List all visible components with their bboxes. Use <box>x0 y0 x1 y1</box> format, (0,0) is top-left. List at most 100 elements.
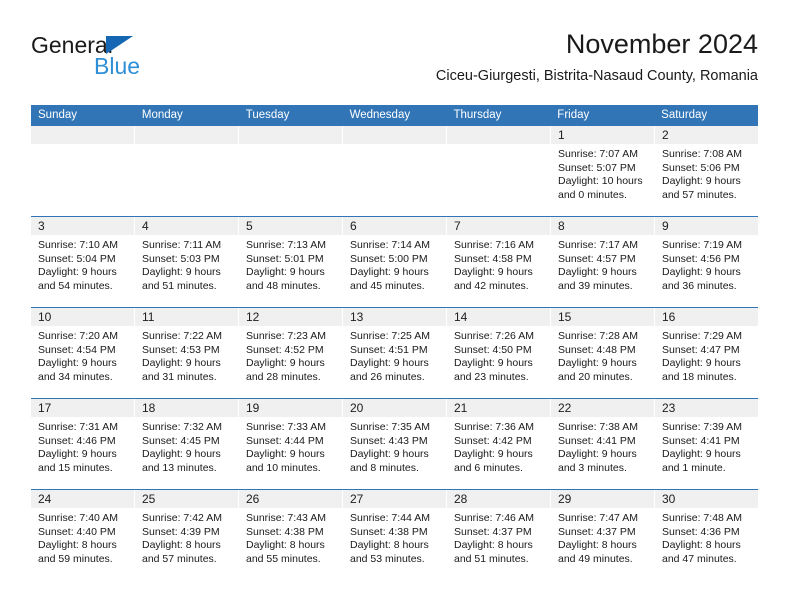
daylight-duration-line2: and 47 minutes. <box>662 552 737 565</box>
day-cell-1[interactable]: 1 Sunrise: 7:07 AM Sunset: 5:07 PM Daylight… <box>551 126 655 216</box>
sunset-time: Sunset: 5:01 PM <box>246 252 324 265</box>
weekday-header-friday: Friday <box>557 109 590 121</box>
sunrise-time: Sunrise: 7:16 AM <box>454 239 534 251</box>
day-cell-5[interactable]: 5 Sunrise: 7:13 AM Sunset: 5:01 PM Daylight… <box>239 217 343 307</box>
sunrise-time: Sunrise: 7:43 AM <box>246 512 326 524</box>
day-cell-16[interactable]: 16 Sunrise: 7:29 AM Sunset: 4:47 PM Dayligh… <box>655 308 758 398</box>
sunset-time: Sunset: 4:41 PM <box>662 434 740 447</box>
daylight-duration-line1: Daylight: 9 hours <box>454 266 533 278</box>
sunrise-time: Sunrise: 7:35 AM <box>350 421 430 433</box>
day-cell-25[interactable]: 25 Sunrise: 7:42 AM Sunset: 4:39 PM Dayligh… <box>135 490 239 580</box>
day-cell-27[interactable]: 27 Sunrise: 7:44 AM Sunset: 4:38 PM Dayligh… <box>343 490 447 580</box>
day-cell-28[interactable]: 28 Sunrise: 7:46 AM Sunset: 4:37 PM Dayligh… <box>447 490 551 580</box>
sunrise-time: Sunrise: 7:22 AM <box>142 330 222 342</box>
sunrise-time: Sunrise: 7:48 AM <box>662 512 742 524</box>
day-cell-11[interactable]: 11 Sunrise: 7:22 AM Sunset: 4:53 PM Dayligh… <box>135 308 239 398</box>
logo-triangle-icon <box>106 36 133 54</box>
day-number: 23 <box>655 399 758 417</box>
page-subtitle: Ciceu-Giurgesti, Bistrita-Nasaud County,… <box>435 68 758 84</box>
daylight-duration-line1: Daylight: 8 hours <box>558 539 637 551</box>
sunset-time: Sunset: 4:36 PM <box>662 525 740 538</box>
day-number: 1 <box>551 126 654 144</box>
day-cell-19[interactable]: 19 Sunrise: 7:33 AM Sunset: 4:44 PM Dayligh… <box>239 399 343 489</box>
day-cell-2[interactable]: 2 Sunrise: 7:08 AM Sunset: 5:06 PM Daylight… <box>655 126 758 216</box>
day-cell-empty <box>31 126 135 216</box>
day-cell-17[interactable]: 17 Sunrise: 7:31 AM Sunset: 4:46 PM Dayligh… <box>31 399 135 489</box>
daylight-duration-line2: and 28 minutes. <box>246 370 321 383</box>
daylight-duration-line1: Daylight: 8 hours <box>38 539 117 551</box>
day-cell-14[interactable]: 14 Sunrise: 7:26 AM Sunset: 4:50 PM Dayligh… <box>447 308 551 398</box>
day-details: Sunrise: 7:20 AM Sunset: 4:54 PM Daylight:… <box>31 326 134 384</box>
day-cell-13[interactable]: 13 Sunrise: 7:25 AM Sunset: 4:51 PM Dayligh… <box>343 308 447 398</box>
daylight-duration-line2: and 57 minutes. <box>662 188 737 201</box>
day-number: 7 <box>447 217 550 235</box>
day-details: Sunrise: 7:35 AM Sunset: 4:43 PM Daylight:… <box>343 417 446 475</box>
calendar-week-row: 24 Sunrise: 7:40 AM Sunset: 4:40 PM Dayligh… <box>31 489 758 580</box>
day-cell-8[interactable]: 8 Sunrise: 7:17 AM Sunset: 4:57 PM Daylight… <box>551 217 655 307</box>
day-cell-29[interactable]: 29 Sunrise: 7:47 AM Sunset: 4:37 PM Dayligh… <box>551 490 655 580</box>
day-cell-15[interactable]: 15 Sunrise: 7:28 AM Sunset: 4:48 PM Dayligh… <box>551 308 655 398</box>
day-cell-7[interactable]: 7 Sunrise: 7:16 AM Sunset: 4:58 PM Daylight… <box>447 217 551 307</box>
day-number <box>239 126 342 144</box>
day-number: 21 <box>447 399 550 417</box>
sunset-time: Sunset: 4:53 PM <box>142 343 220 356</box>
day-number <box>343 126 446 144</box>
daylight-duration-line2: and 51 minutes. <box>454 552 529 565</box>
daylight-duration-line1: Daylight: 9 hours <box>350 357 429 369</box>
day-cell-21[interactable]: 21 Sunrise: 7:36 AM Sunset: 4:42 PM Dayligh… <box>447 399 551 489</box>
sunset-time: Sunset: 4:37 PM <box>454 525 532 538</box>
sunrise-time: Sunrise: 7:10 AM <box>38 239 118 251</box>
day-details: Sunrise: 7:16 AM Sunset: 4:58 PM Daylight:… <box>447 235 550 293</box>
sunrise-time: Sunrise: 7:20 AM <box>38 330 118 342</box>
sunset-time: Sunset: 5:07 PM <box>558 161 636 174</box>
day-cell-30[interactable]: 30 Sunrise: 7:48 AM Sunset: 4:36 PM Dayligh… <box>655 490 758 580</box>
day-number: 24 <box>31 490 134 508</box>
daylight-duration-line2: and 59 minutes. <box>38 552 113 565</box>
logo-text-blue: Blue <box>94 53 141 79</box>
day-cell-20[interactable]: 20 Sunrise: 7:35 AM Sunset: 4:43 PM Dayligh… <box>343 399 447 489</box>
daylight-duration-line2: and 23 minutes. <box>454 370 529 383</box>
day-cell-26[interactable]: 26 Sunrise: 7:43 AM Sunset: 4:38 PM Dayligh… <box>239 490 343 580</box>
daylight-duration-line1: Daylight: 9 hours <box>350 266 429 278</box>
day-cell-23[interactable]: 23 Sunrise: 7:39 AM Sunset: 4:41 PM Dayligh… <box>655 399 758 489</box>
day-details: Sunrise: 7:08 AM Sunset: 5:06 PM Daylight:… <box>655 144 758 202</box>
day-cell-empty <box>447 126 551 216</box>
daylight-duration-line2: and 45 minutes. <box>350 279 425 292</box>
day-details: Sunrise: 7:22 AM Sunset: 4:53 PM Daylight:… <box>135 326 238 384</box>
daylight-duration-line1: Daylight: 8 hours <box>662 539 741 551</box>
sunset-time: Sunset: 4:47 PM <box>662 343 740 356</box>
day-cell-22[interactable]: 22 Sunrise: 7:38 AM Sunset: 4:41 PM Dayligh… <box>551 399 655 489</box>
daylight-duration-line1: Daylight: 9 hours <box>350 448 429 460</box>
day-cell-3[interactable]: 3 Sunrise: 7:10 AM Sunset: 5:04 PM Daylight… <box>31 217 135 307</box>
sunset-time: Sunset: 4:45 PM <box>142 434 220 447</box>
daylight-duration-line1: Daylight: 9 hours <box>246 448 325 460</box>
day-cell-4[interactable]: 4 Sunrise: 7:11 AM Sunset: 5:03 PM Daylight… <box>135 217 239 307</box>
sunset-time: Sunset: 5:04 PM <box>38 252 116 265</box>
day-cell-18[interactable]: 18 Sunrise: 7:32 AM Sunset: 4:45 PM Dayligh… <box>135 399 239 489</box>
general-blue-logo[interactable]: General Blue <box>31 32 241 92</box>
day-cell-24[interactable]: 24 Sunrise: 7:40 AM Sunset: 4:40 PM Dayligh… <box>31 490 135 580</box>
daylight-duration-line2: and 34 minutes. <box>38 370 113 383</box>
day-number: 3 <box>31 217 134 235</box>
daylight-duration-line1: Daylight: 9 hours <box>38 448 117 460</box>
daylight-duration-line2: and 49 minutes. <box>558 552 633 565</box>
day-cell-6[interactable]: 6 Sunrise: 7:14 AM Sunset: 5:00 PM Daylight… <box>343 217 447 307</box>
daylight-duration-line2: and 1 minute. <box>662 461 726 474</box>
sunrise-time: Sunrise: 7:42 AM <box>142 512 222 524</box>
day-cell-9[interactable]: 9 Sunrise: 7:19 AM Sunset: 4:56 PM Daylight… <box>655 217 758 307</box>
day-cell-10[interactable]: 10 Sunrise: 7:20 AM Sunset: 4:54 PM Dayligh… <box>31 308 135 398</box>
day-details: Sunrise: 7:28 AM Sunset: 4:48 PM Daylight:… <box>551 326 654 384</box>
day-cell-12[interactable]: 12 Sunrise: 7:23 AM Sunset: 4:52 PM Dayligh… <box>239 308 343 398</box>
daylight-duration-line2: and 48 minutes. <box>246 279 321 292</box>
sunset-time: Sunset: 4:48 PM <box>558 343 636 356</box>
sunrise-time: Sunrise: 7:26 AM <box>454 330 534 342</box>
day-details: Sunrise: 7:29 AM Sunset: 4:47 PM Daylight:… <box>655 326 758 384</box>
daylight-duration-line1: Daylight: 9 hours <box>558 448 637 460</box>
calendar-week-row: 3 Sunrise: 7:10 AM Sunset: 5:04 PM Daylight… <box>31 216 758 307</box>
daylight-duration-line1: Daylight: 9 hours <box>662 266 741 278</box>
daylight-duration-line1: Daylight: 9 hours <box>142 448 221 460</box>
day-details: Sunrise: 7:47 AM Sunset: 4:37 PM Daylight:… <box>551 508 654 566</box>
weekday-header-tuesday: Tuesday <box>245 109 290 121</box>
title-block: November 2024 Ciceu-Giurgesti, Bistrita-… <box>436 28 758 86</box>
daylight-duration-line1: Daylight: 8 hours <box>350 539 429 551</box>
